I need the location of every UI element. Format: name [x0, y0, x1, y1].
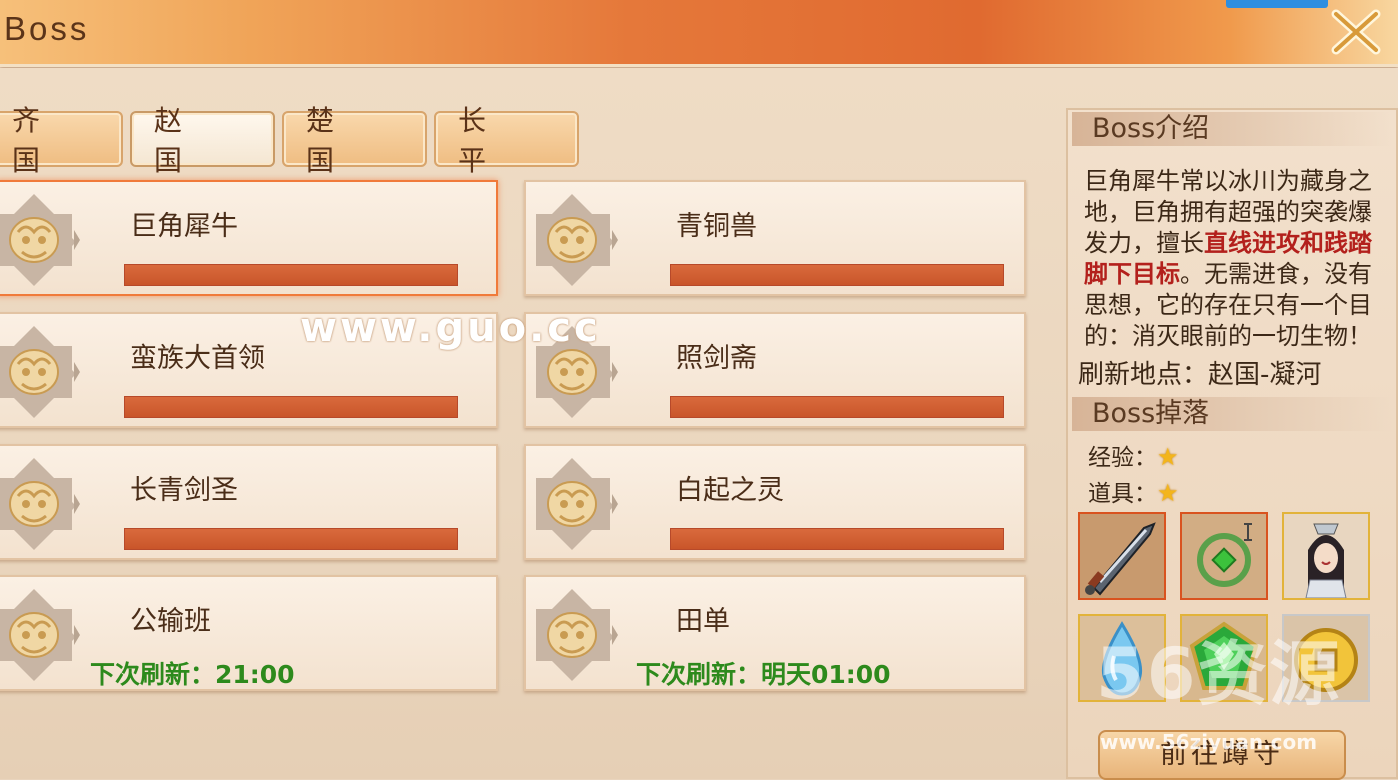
close-button[interactable] — [1330, 8, 1382, 56]
boss-name: 蛮族大首领 — [130, 343, 265, 374]
boss-emblem-icon — [0, 192, 80, 288]
sword-icon — [1080, 514, 1164, 598]
boss-card[interactable]: 白起之灵 — [524, 444, 1026, 560]
boss-name: 照剑斋 — [676, 343, 757, 374]
boss-hp-bar — [670, 396, 1004, 418]
boss-name: 白起之灵 — [676, 475, 784, 506]
boss-intro-heading: Boss介绍 — [1072, 112, 1392, 146]
item-row: 道具：★ — [1088, 474, 1179, 508]
jade-pendant-icon — [1182, 514, 1266, 598]
boss-hp-bar — [670, 528, 1004, 550]
boss-card[interactable]: 田单下次刷新：明天01:00 — [524, 575, 1026, 691]
boss-name: 田单 — [676, 606, 730, 637]
title-bar: Boss — [0, 0, 1398, 67]
tab-zhao[interactable]: 赵 国 — [130, 104, 275, 177]
star-icon: ★ — [1157, 479, 1179, 507]
watermark-center: www.guo.cc — [300, 305, 601, 351]
close-icon — [1331, 9, 1381, 55]
tab-changping[interactable]: 长 平 — [434, 104, 579, 177]
exp-row: 经验：★ — [1088, 438, 1179, 472]
boss-name: 巨角犀牛 — [130, 211, 238, 242]
boss-hp-bar — [124, 264, 458, 286]
item-label: 道具： — [1088, 481, 1157, 507]
boss-emblem-icon — [0, 324, 80, 420]
boss-card[interactable]: 青铜兽 — [524, 180, 1026, 296]
top-indicator — [1226, 0, 1328, 8]
next-refresh-time: 下次刷新：明天01:00 — [636, 660, 891, 689]
watermark-corner: 56资源 — [1096, 633, 1342, 715]
refresh-location: 刷新地点：赵国-凝河 — [1078, 360, 1322, 390]
exp-label: 经验： — [1088, 445, 1157, 471]
tab-chu[interactable]: 楚 国 — [282, 104, 427, 177]
boss-drop-heading: Boss掉落 — [1072, 397, 1392, 431]
tab-qi[interactable]: 齐 国 — [0, 104, 123, 177]
boss-emblem-icon — [534, 192, 618, 288]
watermark-corner-url: www.56ziyuan.com — [1100, 730, 1318, 754]
boss-card[interactable]: 公输班下次刷新：21:00 — [0, 575, 498, 691]
boss-card[interactable]: 巨角犀牛 — [0, 180, 498, 296]
boss-card[interactable]: 长青剑圣 — [0, 444, 498, 560]
boss-hp-bar — [124, 396, 458, 418]
boss-name: 公输班 — [130, 606, 211, 637]
drop-item-warrior[interactable] — [1282, 512, 1370, 600]
boss-emblem-icon — [0, 587, 80, 683]
boss-name: 青铜兽 — [676, 211, 757, 242]
boss-hp-bar — [124, 528, 458, 550]
drop-item-pendant[interactable] — [1180, 512, 1268, 600]
boss-name: 长青剑圣 — [130, 475, 238, 506]
boss-emblem-icon — [534, 456, 618, 552]
next-refresh-time: 下次刷新：21:00 — [90, 660, 295, 689]
window-title: Boss — [4, 10, 90, 47]
warrior-portrait-icon — [1284, 514, 1368, 598]
drop-item-sword[interactable] — [1078, 512, 1166, 600]
boss-emblem-icon — [534, 587, 618, 683]
boss-description: 巨角犀牛常以冰川为藏身之地，巨角拥有超强的突袭爆发力，擅长直线进攻和践踏脚下目标… — [1084, 166, 1394, 352]
boss-hp-bar — [670, 264, 1004, 286]
boss-emblem-icon — [0, 456, 80, 552]
star-icon: ★ — [1157, 443, 1179, 471]
